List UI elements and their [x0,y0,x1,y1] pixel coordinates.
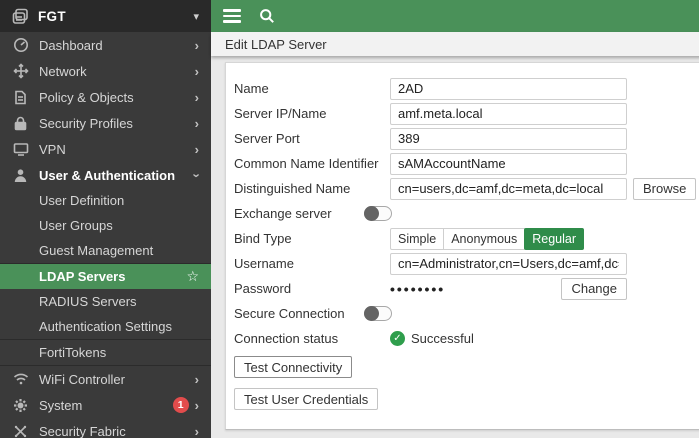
chevron-right-icon: › [195,117,199,130]
page-title: Edit LDAP Server [225,37,327,52]
form-row-test-connectivity: Test Connectivity [234,356,696,383]
sidebar-item-user-authentication[interactable]: User & Authentication › [0,162,211,188]
field-label: Username [234,256,390,271]
bind-type-option-simple[interactable]: Simple [390,228,444,250]
sidebar-item-radius-servers[interactable]: RADIUS Servers [0,289,211,314]
chevron-right-icon: › [195,143,199,156]
sidebar-item-network[interactable]: Network › [0,58,211,84]
sidebar-item-fortitokens[interactable]: FortiTokens [0,340,211,365]
notification-badge: 1 [173,397,189,413]
sidebar-item-authentication-settings[interactable]: Authentication Settings [0,314,211,339]
sidebar-item-system[interactable]: System 1 › [0,392,211,418]
app-window: FGT ▾ Dashboard › Network › Policy & Obj… [0,0,699,438]
favorite-star-icon[interactable]: ☆ [186,268,199,285]
field-label: Bind Type [234,231,390,246]
exchange-server-toggle[interactable] [364,206,392,221]
sidebar-item-dashboard[interactable]: Dashboard › [0,32,211,58]
sidebar-item-security-fabric[interactable]: Security Fabric › [0,418,211,438]
chevron-right-icon: › [195,399,199,412]
chevron-right-icon: › [195,65,199,78]
monitor-icon [12,141,29,157]
form-row-username: Username [234,251,696,276]
field-label: Exchange server [234,206,364,221]
form-row-distinguished-name: Distinguished Name Browse [234,176,696,201]
form-row-server-port: Server Port [234,126,696,151]
gear-icon [12,397,29,413]
distinguished-name-input[interactable] [390,178,627,200]
policy-document-icon [12,89,29,105]
bind-type-segmented-control: Simple Anonymous Regular [390,228,584,250]
form-row-password: Password •••••••• Change [234,276,696,301]
security-fabric-icon [12,423,29,438]
main-area: Edit LDAP Server Name Server IP/Name Ser… [211,0,699,438]
server-port-input[interactable] [390,128,627,150]
connection-status-text: Successful [411,331,474,346]
form-row-exchange-server: Exchange server [234,201,696,226]
sidebar-item-user-definition[interactable]: User Definition [0,188,211,213]
bind-type-option-regular[interactable]: Regular [524,228,584,250]
sidebar-item-vpn[interactable]: VPN › [0,136,211,162]
secure-connection-toggle[interactable] [364,306,392,321]
sidebar-item-ldap-servers[interactable]: LDAP Servers ☆ [0,264,211,289]
form-row-test-user-credentials: Test User Credentials [234,388,696,415]
chevron-right-icon: › [195,425,199,438]
breadcrumb-bar: Edit LDAP Server [211,32,699,56]
cn-identifier-input[interactable] [390,153,627,175]
bind-type-option-anonymous[interactable]: Anonymous [443,228,525,250]
form-row-bind-type: Bind Type Simple Anonymous Regular [234,226,696,251]
content-area: Name Server IP/Name Server Port Common N… [211,56,699,438]
sidebar-item-guest-management[interactable]: Guest Management [0,238,211,263]
username-input[interactable] [390,253,627,275]
field-label: Common Name Identifier [234,156,390,171]
field-label: Name [234,81,390,96]
lock-icon [12,115,29,131]
sidebar-item-wifi-controller[interactable]: WiFi Controller › [0,366,211,392]
sidebar-item-security-profiles[interactable]: Security Profiles › [0,110,211,136]
name-input[interactable] [390,78,627,100]
brand-caret-icon[interactable]: ▾ [193,10,199,23]
network-move-icon [12,63,29,79]
field-label: Password [234,281,390,296]
field-label: Connection status [234,331,390,346]
test-connectivity-button[interactable]: Test Connectivity [234,356,352,378]
sidebar-item-policy-objects[interactable]: Policy & Objects › [0,84,211,110]
form-row-cn-identifier: Common Name Identifier [234,151,696,176]
chevron-right-icon: › [195,39,199,52]
field-label: Secure Connection [234,306,364,321]
sidebar-item-user-groups[interactable]: User Groups [0,213,211,238]
password-masked-value: •••••••• [390,281,445,297]
fortigate-logo-icon [12,7,30,25]
menu-icon[interactable] [223,9,241,23]
chevron-right-icon: › [195,373,199,386]
field-label: Distinguished Name [234,181,390,196]
browse-button[interactable]: Browse [633,178,696,200]
search-icon[interactable] [259,8,275,24]
brand-label: FGT [38,9,66,24]
brand-header[interactable]: FGT ▾ [0,0,211,32]
field-label: Server Port [234,131,390,146]
test-user-credentials-button[interactable]: Test User Credentials [234,388,378,410]
dashboard-gauge-icon [12,37,29,53]
form-row-name: Name [234,76,696,101]
server-ip-input[interactable] [390,103,627,125]
change-password-button[interactable]: Change [561,278,627,300]
form-row-connection-status: Connection status ✓ Successful [234,326,696,351]
wifi-icon [12,371,29,387]
success-check-icon: ✓ [390,331,405,346]
chevron-right-icon: › [195,91,199,104]
chevron-down-icon: › [190,173,203,177]
top-navbar [211,0,699,32]
form-row-server-ip: Server IP/Name [234,101,696,126]
edit-ldap-form-card: Name Server IP/Name Server Port Common N… [225,62,699,430]
user-icon [12,167,29,183]
form-row-secure-connection: Secure Connection [234,301,696,326]
sidebar: FGT ▾ Dashboard › Network › Policy & Obj… [0,0,211,438]
field-label: Server IP/Name [234,106,390,121]
